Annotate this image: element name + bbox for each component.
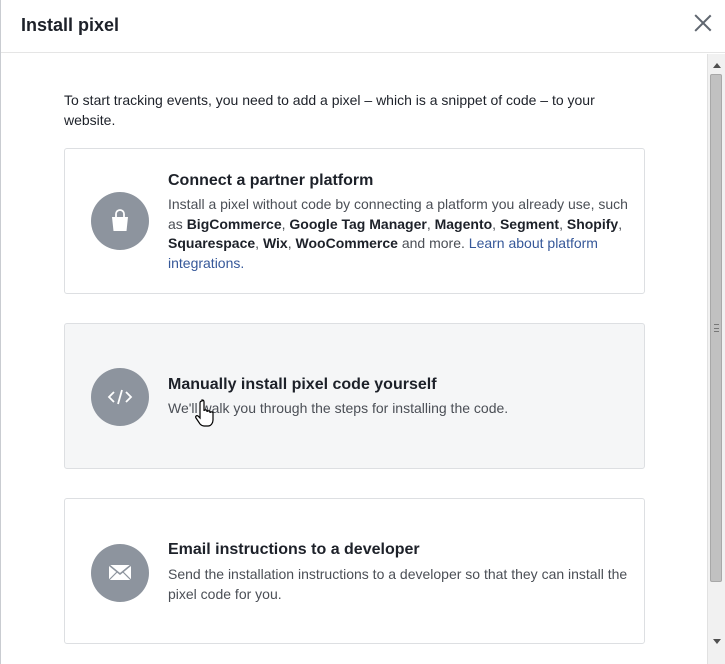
vertical-scrollbar[interactable] — [707, 54, 725, 664]
option-title: Connect a partner platform — [168, 172, 374, 189]
dialog-header: Install pixel — [1, 0, 725, 53]
option-icon-circle — [91, 368, 149, 426]
intro-text: To start tracking events, you need to ad… — [64, 92, 595, 128]
shopping-bag-icon — [112, 209, 128, 231]
close-icon[interactable] — [692, 12, 714, 34]
option-email-developer[interactable]: Email instructions to a developer Send t… — [64, 498, 645, 644]
option-description: Send the installation instructions to a … — [168, 566, 628, 602]
option-connect-partner-platform[interactable]: Connect a partner platform Install a pix… — [64, 148, 645, 294]
envelope-icon — [108, 564, 132, 581]
dialog-title: Install pixel — [21, 15, 120, 35]
option-description: We'll walk you through the steps for ins… — [168, 400, 509, 416]
code-icon — [107, 389, 133, 405]
scroll-down-arrow-icon[interactable] — [708, 633, 725, 650]
option-title: Email instructions to a developer — [168, 541, 420, 558]
dialog-body: To start tracking events, you need to ad… — [1, 54, 708, 664]
scroll-grip-icon — [714, 324, 719, 332]
option-description: Install a pixel without code by connecti… — [168, 196, 628, 271]
option-title: Manually install pixel code yourself — [168, 376, 437, 393]
scroll-thumb[interactable] — [710, 74, 722, 582]
option-icon-circle — [91, 544, 149, 602]
scroll-up-arrow-icon[interactable] — [708, 57, 725, 74]
option-icon-circle — [91, 192, 149, 250]
install-pixel-dialog: Install pixel To start tracking events, … — [0, 0, 725, 664]
option-manually-install[interactable]: Manually install pixel code yourself We'… — [64, 323, 645, 469]
